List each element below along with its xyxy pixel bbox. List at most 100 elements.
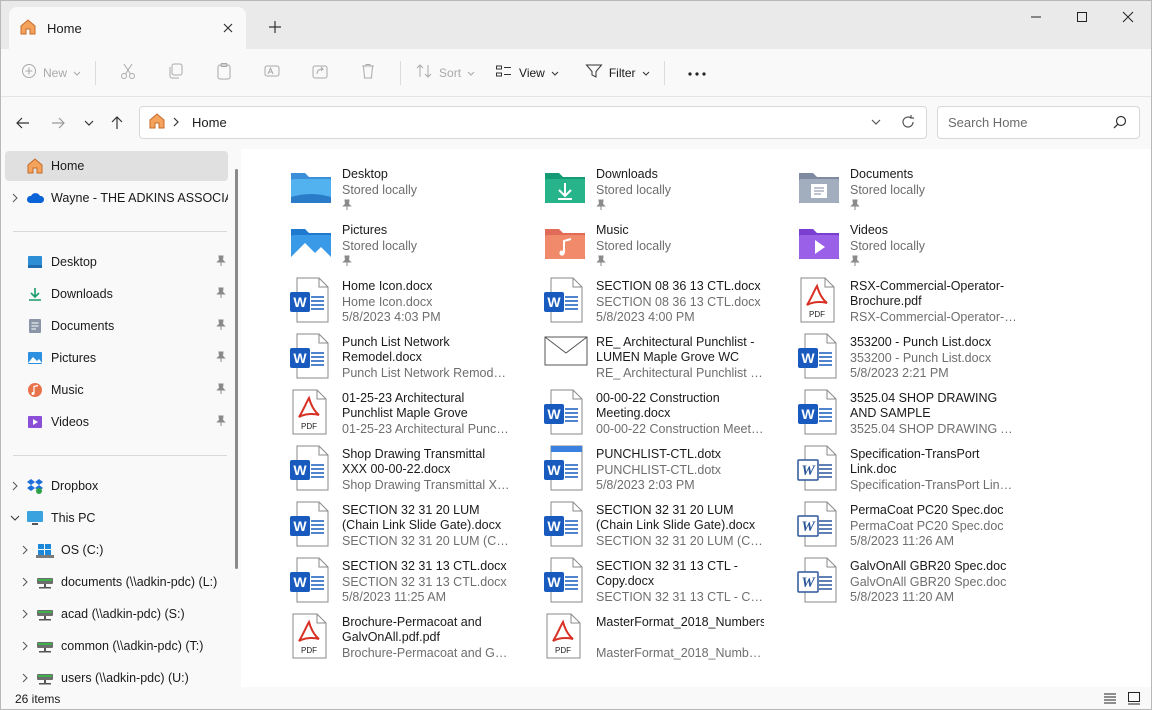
- file-tile[interactable]: W SECTION 08 36 13 CTL.docx SECTION 08 36 …: [499, 269, 761, 325]
- copy-button[interactable]: [152, 57, 200, 89]
- close-window-icon[interactable]: [1105, 1, 1151, 33]
- sidebar-item-drive-l[interactable]: documents (\\adkin-pdc) (L:): [15, 567, 238, 597]
- pin-icon[interactable]: [216, 415, 226, 430]
- large-icons-view-icon[interactable]: [1127, 691, 1141, 708]
- file-tile[interactable]: PDF 01-25-23 Architectural Punchlist Mapl…: [245, 381, 510, 437]
- pin-icon[interactable]: [216, 287, 226, 302]
- sidebar-item-drive-t[interactable]: common (\\adkin-pdc) (T:): [15, 631, 238, 661]
- svg-text:PDF: PDF: [301, 646, 317, 655]
- more-options-button[interactable]: [673, 57, 721, 89]
- details-view-icon[interactable]: [1103, 691, 1117, 708]
- address-dropdown-icon[interactable]: [870, 113, 882, 134]
- chevron-right-icon[interactable]: [15, 641, 35, 651]
- tab-home[interactable]: Home: [9, 7, 246, 49]
- file-tile[interactable]: W PermaCoat PC20 Spec.doc PermaCoat PC20 S…: [753, 493, 1007, 549]
- divider: [663, 60, 665, 85]
- pin-icon[interactable]: [216, 351, 226, 366]
- file-name: SECTION 32 31 20 LUM (Chain Link Slide G…: [596, 503, 756, 532]
- sidebar-item-drive-c[interactable]: OS (C:): [15, 535, 238, 565]
- chevron-right-icon[interactable]: [15, 577, 35, 587]
- new-button[interactable]: New: [15, 57, 87, 89]
- minimize-icon[interactable]: [1013, 1, 1059, 33]
- sidebar-item-dropbox[interactable]: Dropbox: [5, 471, 228, 501]
- folder-tile[interactable]: Downloads Stored locally: [499, 157, 753, 213]
- folder-tile[interactable]: Pictures Stored locally: [245, 213, 499, 269]
- sidebar-item-this-pc[interactable]: This PC: [5, 503, 228, 533]
- view-button[interactable]: View: [489, 57, 565, 89]
- sidebar-item-home[interactable]: Home: [5, 151, 228, 181]
- folder-tile[interactable]: Documents Stored locally: [753, 157, 1007, 213]
- sidebar-item-label: acad (\\adkin-pdc) (S:): [61, 607, 185, 621]
- recent-locations-chevron-icon[interactable]: [77, 111, 101, 135]
- file-tile[interactable]: W SECTION 32 31 13 CTL.docx SECTION 32 31 …: [245, 549, 507, 605]
- sidebar-item-drive-u[interactable]: users (\\adkin-pdc) (U:): [15, 663, 238, 687]
- file-tile[interactable]: W Punch List Network Remodel.docx Punch Li…: [245, 325, 510, 381]
- file-tile[interactable]: W GalvOnAll GBR20 Spec.doc GalvOnAll GBR20…: [753, 549, 1007, 605]
- file-tile[interactable]: W Home Icon.docx Home Icon.docx 5/8/2023 4:…: [245, 269, 499, 325]
- file-tile[interactable]: RE_ Architectural Punchlist - LUMEN Mapl…: [499, 325, 764, 381]
- file-tile[interactable]: W SECTION 32 31 20 LUM (Chain Link Slide …: [245, 493, 510, 549]
- new-tab-icon[interactable]: [261, 13, 289, 41]
- chevron-right-icon[interactable]: [15, 545, 35, 555]
- word-document-icon: W: [289, 445, 335, 493]
- sort-button[interactable]: Sort: [409, 57, 481, 89]
- chevron-right-icon[interactable]: [15, 673, 35, 683]
- breadcrumb-home[interactable]: Home: [192, 115, 227, 130]
- rename-button[interactable]: [248, 57, 296, 89]
- up-arrow-icon[interactable]: [105, 111, 129, 135]
- search-icon[interactable]: [1113, 115, 1127, 132]
- share-button[interactable]: [296, 57, 344, 89]
- sidebar-item-music[interactable]: Music: [5, 375, 228, 405]
- chevron-right-icon[interactable]: [5, 193, 25, 203]
- sidebar-item-label: users (\\adkin-pdc) (U:): [61, 671, 189, 685]
- file-tile[interactable]: W SECTION 32 31 13 CTL - Copy.docx SECTION…: [499, 549, 764, 605]
- file-detail: SECTION 32 31 20 LUM (Chai...: [342, 534, 510, 548]
- sidebar-item-onedrive[interactable]: Wayne - THE ADKINS ASSOCIATES: [5, 183, 228, 213]
- file-tile[interactable]: PDF MasterFormat_2018_Numbers_and_Titles.…: [499, 605, 764, 661]
- delete-button[interactable]: [344, 57, 392, 89]
- pin-icon[interactable]: [216, 319, 226, 334]
- breadcrumb-chevron-icon[interactable]: [172, 116, 180, 130]
- file-modified-date: 5/8/2023 11:26 AM: [850, 534, 955, 548]
- pin-icon[interactable]: [216, 383, 226, 398]
- file-tile[interactable]: W 353200 - Punch List.docx 353200 - Punch …: [753, 325, 1007, 381]
- file-tile[interactable]: W 3525.04 SHOP DRAWING AND SAMPLE RECORD.…: [753, 381, 1018, 437]
- file-name: 00-00-22 Construction Meeting.docx: [596, 391, 720, 420]
- pin-icon[interactable]: [216, 255, 226, 270]
- folder-tile[interactable]: Desktop Stored locally: [245, 157, 499, 213]
- cut-button[interactable]: [104, 57, 152, 89]
- file-tile[interactable]: PDF Brochure-Permacoat and GalvOnAll.pdf.…: [245, 605, 510, 661]
- file-tile[interactable]: W Specification-TransPort Link.doc Specifi…: [753, 437, 1018, 493]
- sidebar-item-videos[interactable]: Videos: [5, 407, 228, 437]
- sidebar-item-downloads[interactable]: Downloads: [5, 279, 228, 309]
- file-tile[interactable]: W SECTION 32 31 20 LUM (Chain Link Slide …: [499, 493, 764, 549]
- sidebar-item-documents[interactable]: Documents: [5, 311, 228, 341]
- paste-button[interactable]: [200, 57, 248, 89]
- address-bar[interactable]: Home: [139, 106, 927, 139]
- file-tile[interactable]: PDF RSX-Commercial-Operator-Brochure.pdf R…: [753, 269, 1018, 325]
- file-tile[interactable]: W Shop Drawing Transmittal XXX 00-00-22.d…: [245, 437, 510, 493]
- search-input[interactable]: [948, 115, 1108, 130]
- folder-tile[interactable]: Music Stored locally: [499, 213, 753, 269]
- maximize-icon[interactable]: [1059, 1, 1105, 33]
- filter-button[interactable]: Filter: [579, 57, 656, 89]
- word-document-icon: W: [543, 501, 589, 549]
- sidebar-scrollbar[interactable]: [235, 169, 238, 569]
- chevron-down-icon[interactable]: [5, 514, 25, 522]
- folder-status: Stored locally: [850, 239, 926, 253]
- back-arrow-icon[interactable]: [11, 111, 35, 135]
- sidebar-item-pictures[interactable]: Pictures: [5, 343, 228, 373]
- forward-arrow-icon[interactable]: [46, 111, 70, 135]
- sidebar-item-drive-s[interactable]: acad (\\adkin-pdc) (S:): [15, 599, 238, 629]
- chevron-right-icon[interactable]: [15, 609, 35, 619]
- sidebar-item-desktop[interactable]: Desktop: [5, 247, 228, 277]
- close-tab-icon[interactable]: [214, 14, 242, 42]
- chevron-right-icon[interactable]: [5, 481, 25, 491]
- svg-text:W: W: [801, 463, 816, 479]
- refresh-icon[interactable]: [900, 113, 916, 134]
- sidebar-item-label: OS (C:): [61, 543, 104, 557]
- file-tile[interactable]: W 00-00-22 Construction Meeting.docx 00-00…: [499, 381, 764, 437]
- file-tile[interactable]: W PUNCHLIST-CTL.dotx PUNCHLIST-CTL.dotx 5/8…: [499, 437, 753, 493]
- folder-tile[interactable]: Videos Stored locally: [753, 213, 1007, 269]
- search-box[interactable]: [937, 106, 1140, 139]
